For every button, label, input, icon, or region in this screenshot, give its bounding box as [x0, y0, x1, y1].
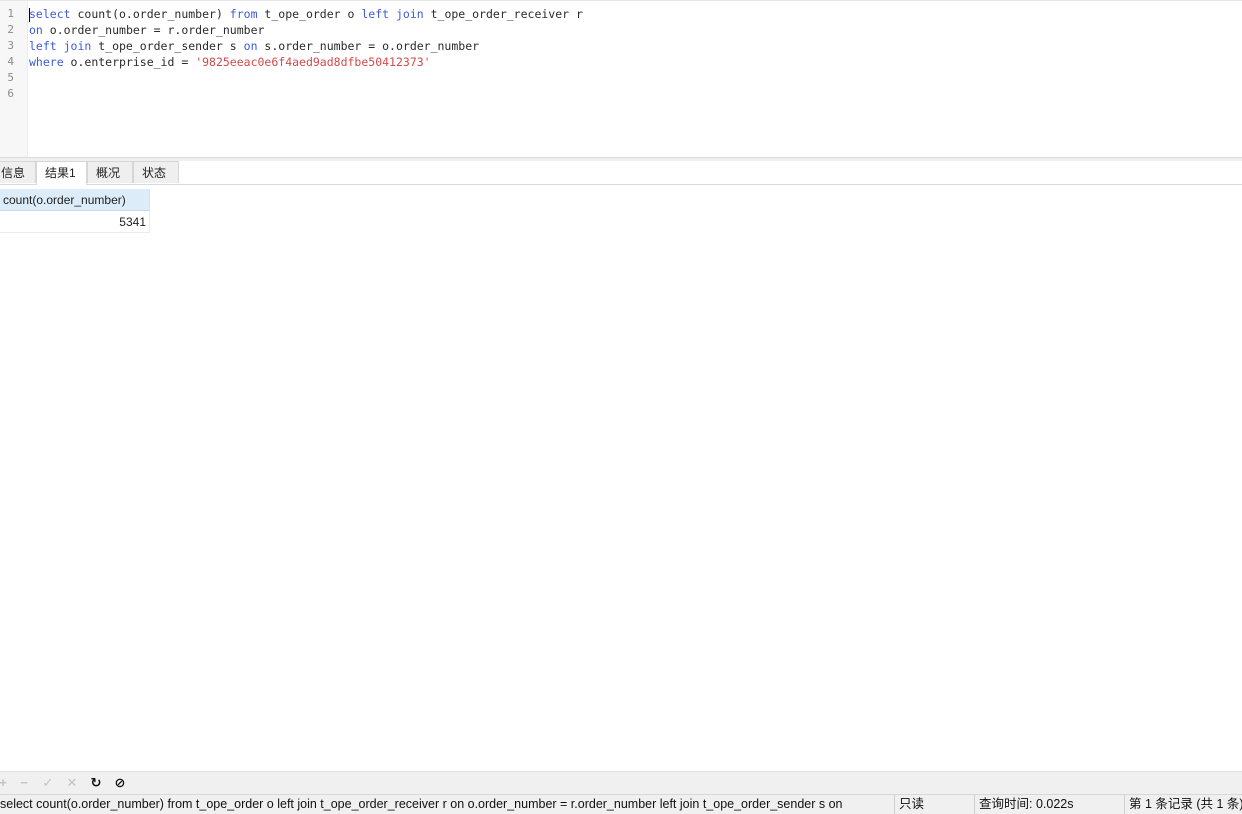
line-number: 3 [7, 39, 14, 52]
status-query-time: 查询时间: 0.022s [974, 795, 1124, 814]
grid-toolbar: + − ✓ ✕ ↻ ⊘ [0, 771, 1242, 794]
line-number: 1 [7, 7, 14, 20]
sql-text: t_ope_order_sender s [91, 39, 244, 53]
tab-profile[interactable]: 概况 [87, 161, 133, 183]
code-line: where o.enterprise_id = '9825eeac0e6f4ae… [29, 54, 431, 70]
tab-info[interactable]: 信息 [0, 161, 36, 183]
sql-string: '9825eeac0e6f4aed9ad8dfbe50412373' [195, 55, 431, 69]
code-line: select count(o.order_number) from t_ope_… [29, 6, 583, 22]
sql-text: s.order_number = o.order_number [257, 39, 480, 53]
code-line: left join t_ope_order_sender s on s.orde… [29, 38, 479, 54]
sql-keyword: from [229, 7, 258, 21]
tab-status[interactable]: 状态 [133, 161, 179, 183]
sql-keyword: left join [29, 39, 92, 53]
apply-changes-icon[interactable]: ✓ [40, 774, 56, 792]
line-number: 4 [7, 55, 14, 68]
status-bar: select count(o.order_number) from t_ope_… [0, 794, 1242, 814]
line-number: 5 [7, 71, 14, 84]
sql-keyword: where [29, 55, 64, 69]
line-number: 6 [7, 87, 14, 100]
sql-editor[interactable]: 1 2 3 4 5 6 select count(o.order_number) from… [0, 0, 1242, 158]
sql-text: o.enterprise_id = [63, 55, 196, 69]
result-cell[interactable]: 5341 [0, 211, 150, 233]
result-tab-bar: 信息 结果1 概况 状态 [0, 161, 1242, 185]
sql-keyword: on [29, 23, 43, 37]
status-record-count: 第 1 条记录 (共 1 条) [1124, 795, 1242, 814]
tab-result1[interactable]: 结果1 [36, 161, 87, 185]
column-header[interactable]: count(o.order_number) [0, 189, 150, 211]
sql-text: t_ope_order_receiver r [423, 7, 583, 21]
status-readonly: 只读 [894, 795, 974, 814]
line-number: 2 [7, 23, 14, 36]
sql-keyword: select [29, 7, 71, 21]
sql-text: o.order_number = r.order_number [42, 23, 265, 37]
sql-keyword: on [243, 39, 258, 53]
text-caret [29, 8, 30, 22]
delete-record-icon[interactable]: − [16, 774, 32, 792]
sql-keyword: left join [361, 7, 424, 21]
sql-text: t_ope_order o [257, 7, 362, 21]
status-sql-text: select count(o.order_number) from t_ope_… [0, 797, 843, 811]
code-line: on o.order_number = r.order_number [29, 22, 264, 38]
refresh-icon[interactable]: ↻ [88, 774, 104, 792]
discard-changes-icon[interactable]: ✕ [64, 774, 80, 792]
stop-icon[interactable]: ⊘ [112, 774, 128, 792]
add-record-icon[interactable]: + [0, 774, 11, 792]
line-number-gutter: 1 2 3 4 5 6 [0, 1, 28, 158]
sql-text: count(o.order_number) [70, 7, 230, 21]
